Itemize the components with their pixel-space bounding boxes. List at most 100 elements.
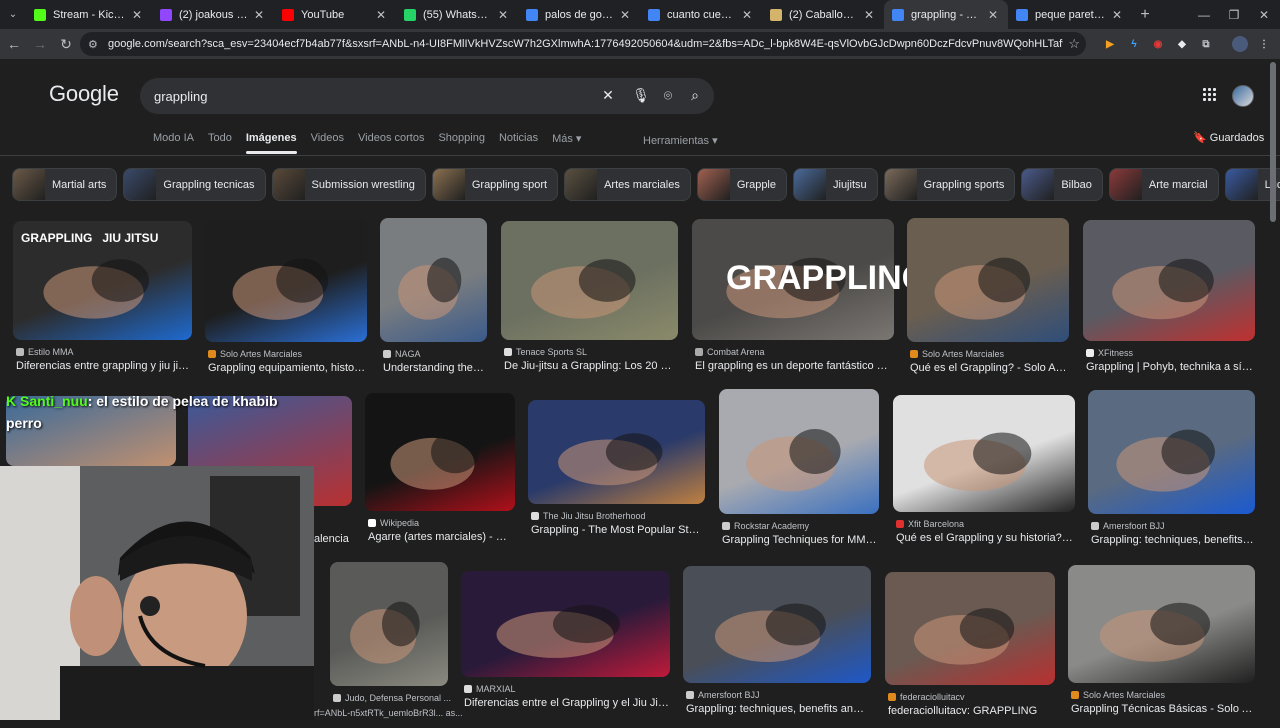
tab-close-icon[interactable]: ✕ [130, 8, 144, 22]
minimize-icon[interactable]: — [1188, 0, 1220, 29]
result-title[interactable]: Grappling: techniques, benefits and... [1091, 534, 1254, 546]
image-result[interactable]: federaciolluitacv federaciolluitacv: GRAP… [885, 572, 1055, 727]
tab-close-icon[interactable]: ✕ [496, 8, 510, 22]
browser-tab[interactable]: peque pareto que de ✕ [1008, 0, 1132, 29]
browser-tab[interactable]: Stream - Kick Dashbo ✕ [26, 0, 152, 29]
tab-search-chevron-icon[interactable]: ⌄ [0, 0, 26, 29]
search-magnifier-icon[interactable]: ⌕ [686, 87, 704, 104]
refinement-chip[interactable]: Submission wrestling [271, 168, 426, 201]
refinement-chip[interactable]: Jiujitsu [793, 168, 878, 201]
page-scrollbar[interactable] [1270, 62, 1276, 222]
browser-menu-icon[interactable]: ⋮ [1256, 36, 1272, 52]
result-title[interactable]: Agarre (artes marciales) - Wiki... [368, 531, 514, 543]
browser-tab[interactable]: (55) WhatsApp ✕ [396, 0, 518, 29]
result-title[interactable]: Qué es el Grappling y su historia? - xFI… [896, 532, 1074, 544]
tab-close-icon[interactable]: ✕ [1110, 8, 1124, 22]
nav-tab[interactable]: Noticias [499, 132, 538, 154]
tools-dropdown[interactable]: Herramientas ▾ [643, 134, 718, 147]
result-source[interactable]: Amersfoort BJJ [686, 690, 760, 700]
nav-tab[interactable]: Todo [208, 132, 232, 154]
result-thumbnail[interactable] [885, 572, 1055, 685]
browser-tab[interactable]: grappling - Buscar co ✕ [884, 0, 1008, 29]
image-result[interactable]: XFitness Grappling | Pohyb, technika a sí… [1083, 220, 1255, 383]
result-source[interactable]: Rockstar Academy [722, 521, 809, 531]
result-source[interactable]: Solo Artes Marciales [1071, 690, 1165, 700]
result-thumbnail[interactable] [501, 221, 678, 340]
image-result[interactable]: Solo Artes Marciales Grappling equipamien… [205, 219, 367, 384]
result-title[interactable]: De Jiu-jitsu a Grappling: Los 20 Error..… [504, 360, 677, 372]
search-query[interactable]: grappling [154, 89, 714, 104]
result-source[interactable]: Estilo MMA [16, 347, 74, 357]
result-source[interactable]: Combat Arena [695, 347, 765, 357]
voice-search-mic-icon[interactable]: 🎙 [632, 87, 650, 104]
nav-tab[interactable]: Shopping [438, 132, 485, 154]
tab-close-icon[interactable]: ✕ [374, 8, 388, 22]
refinement-chip[interactable]: Artes marciales [564, 168, 691, 201]
result-source[interactable]: Solo Artes Marciales [208, 349, 302, 359]
result-thumbnail[interactable] [1068, 565, 1255, 683]
tab-close-icon[interactable]: ✕ [986, 8, 1000, 22]
google-apps-grid-icon[interactable] [1203, 88, 1216, 101]
browser-tab[interactable]: palos de golf - Busca ✕ [518, 0, 640, 29]
image-result[interactable]: NAGA Understanding the Di... [380, 218, 487, 384]
nav-tab[interactable]: Videos cortos [358, 132, 424, 154]
result-thumbnail[interactable] [683, 566, 871, 683]
browser-tab[interactable]: (2) Caballos Mansos ✕ [762, 0, 884, 29]
reload-icon[interactable]: ↻ [54, 32, 78, 56]
result-thumbnail[interactable] [330, 562, 448, 686]
result-title[interactable]: Grappling Techniques for MMA: K... [722, 534, 878, 546]
nav-tab[interactable]: Modo IA [153, 132, 194, 154]
result-title[interactable]: Grappling equipamiento, historia, ... [208, 362, 366, 374]
lens-camera-icon[interactable]: ⌾ [659, 87, 677, 104]
back-arrow-icon[interactable]: ← [2, 32, 26, 56]
bookmark-star-icon[interactable]: ☆ [1068, 36, 1080, 52]
result-thumbnail[interactable] [365, 393, 515, 511]
image-result[interactable]: The Jiu Jitsu Brotherhood Grappling - The… [528, 400, 705, 546]
result-thumbnail[interactable] [893, 395, 1075, 512]
image-result[interactable]: Judo, Defensa Personal ... [330, 562, 451, 728]
refinement-chip[interactable]: Bilbao [1021, 168, 1103, 201]
result-title[interactable]: Grappling - The Most Popular Styles ... [531, 524, 704, 536]
result-source[interactable]: NAGA [383, 349, 421, 359]
result-source[interactable]: Wikipedia [368, 518, 419, 528]
result-thumbnail[interactable] [528, 400, 705, 504]
refinement-chip[interactable]: Grappling sport [431, 168, 559, 201]
result-title[interactable]: Grappling Técnicas Básicas - Solo Artes.… [1071, 703, 1254, 715]
image-result[interactable]: Rockstar Academy Grappling Techniques for… [719, 389, 879, 556]
result-thumbnail[interactable] [205, 219, 367, 342]
address-bar[interactable]: ⚙ google.com/search?sca_esv=23404ecf7b4a… [80, 32, 1086, 56]
google-logo[interactable]: Google [49, 81, 119, 107]
refinement-chip[interactable]: Grapple [696, 168, 787, 201]
result-thumbnail[interactable] [380, 218, 487, 342]
result-thumbnail[interactable] [1088, 390, 1255, 514]
tab-close-icon[interactable]: ✕ [252, 8, 266, 22]
image-result[interactable]: GRAPPLING Combat Arena El grappling es un … [692, 219, 928, 382]
browser-tab[interactable]: (2) joakous - Twitch ✕ [152, 0, 274, 29]
site-info-icon[interactable]: ⚙ [88, 38, 104, 51]
image-result[interactable]: MARXIAL Diferencias entre el Grappling y … [461, 571, 670, 719]
refinement-chip[interactable]: Martial arts [12, 168, 118, 201]
result-title[interactable]: Qué es el Grappling? - Solo Artes ... [910, 362, 1068, 374]
saved-link[interactable]: 🔖 Guardados [1193, 131, 1264, 144]
result-title-partial[interactable]: alencia [314, 533, 349, 545]
image-result[interactable]: Tenace Sports SL De Jiu-jitsu a Grappling… [501, 221, 678, 382]
result-source[interactable]: The Jiu Jitsu Brotherhood [531, 511, 646, 521]
address-url[interactable]: google.com/search?sca_esv=23404ecf7b4ab7… [108, 38, 1063, 50]
restore-icon[interactable]: ❐ [1218, 0, 1250, 29]
new-tab-button[interactable]: + [1132, 0, 1158, 29]
tab-close-icon[interactable]: ✕ [740, 8, 754, 22]
result-source[interactable]: Tenace Sports SL [504, 347, 587, 357]
result-thumbnail[interactable] [719, 389, 879, 514]
search-box[interactable]: grappling [140, 78, 714, 114]
refinement-chip[interactable]: Arte marcial [1108, 168, 1219, 201]
nav-tab[interactable]: Videos [311, 132, 344, 154]
extension-record-icon[interactable]: ◉ [1150, 36, 1166, 52]
image-result[interactable]: Wikipedia Agarre (artes marciales) - Wiki… [365, 393, 515, 553]
forward-arrow-icon[interactable]: → [28, 32, 52, 56]
result-title[interactable]: Grappling: techniques, benefits and trai… [686, 703, 870, 715]
image-result[interactable]: Solo Artes Marciales Qué es el Grappling?… [907, 218, 1069, 384]
result-thumbnail[interactable] [1083, 220, 1255, 341]
result-title[interactable]: Diferencias entre el Grappling y el Jiu … [464, 697, 669, 709]
result-title[interactable]: Understanding the Di... [383, 362, 486, 374]
result-source[interactable]: MARXIAL [464, 684, 516, 694]
